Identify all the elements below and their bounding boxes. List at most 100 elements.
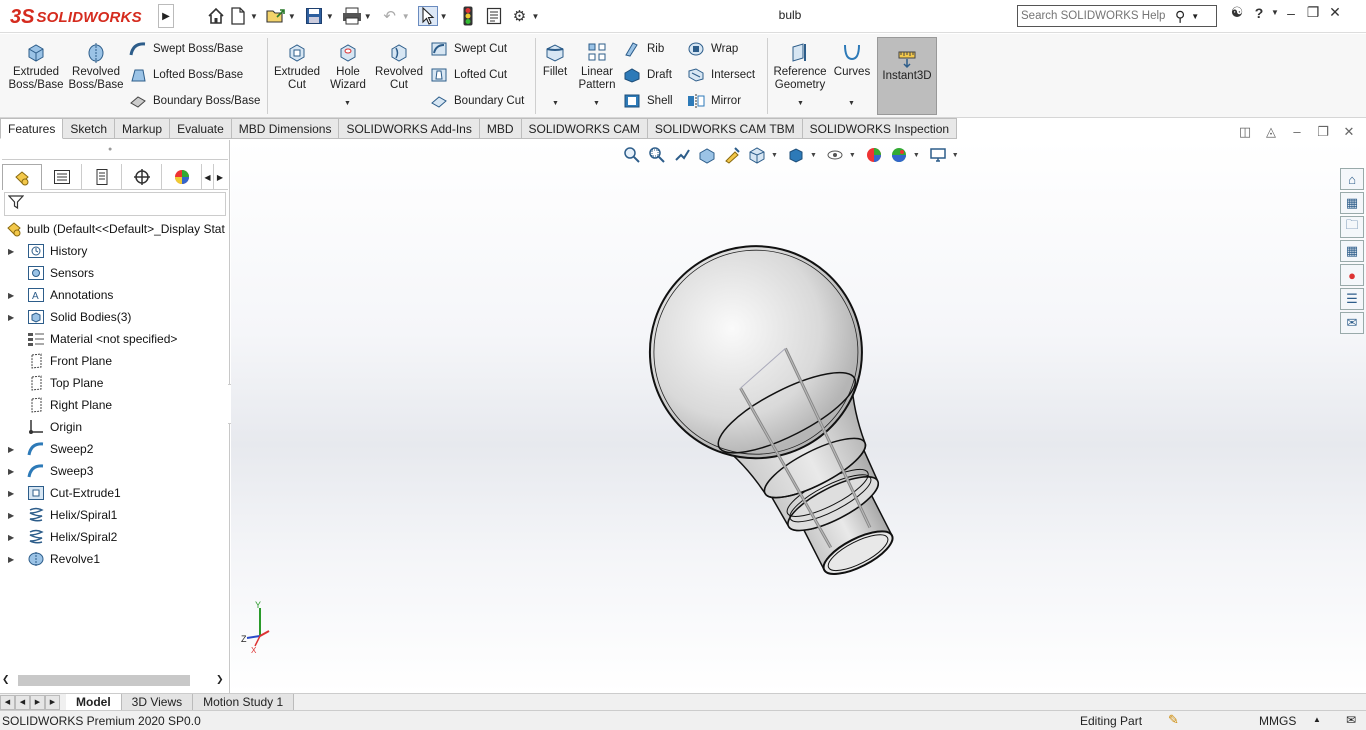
- display-manager-tab-icon[interactable]: [162, 164, 202, 190]
- save-icon[interactable]: [304, 6, 324, 26]
- extruded-boss-button[interactable]: Extruded Boss/Base: [9, 40, 64, 92]
- undo-dropdown[interactable]: ▼: [402, 12, 410, 21]
- tree-item-sweep2[interactable]: ▶ Sweep2: [0, 438, 228, 460]
- tab-solidworks-add-ins[interactable]: SOLIDWORKS Add-Ins: [339, 118, 480, 139]
- solidworks-forum-icon[interactable]: ✉: [1340, 312, 1364, 334]
- status-comment-icon[interactable]: ✉: [1346, 713, 1356, 727]
- user-icon[interactable]: ☯: [1226, 4, 1248, 21]
- new-dropdown[interactable]: ▼: [250, 12, 258, 21]
- file-properties-icon[interactable]: [484, 6, 504, 26]
- expand-arrow-icon[interactable]: ▶: [8, 533, 16, 542]
- property-manager-tab-icon[interactable]: [42, 164, 82, 190]
- help-search-input[interactable]: [1021, 10, 1171, 22]
- expand-arrow-icon[interactable]: ▶: [8, 247, 16, 256]
- scroll-thumb[interactable]: [18, 675, 190, 686]
- design-library-icon[interactable]: ▦: [1340, 192, 1364, 214]
- bottom-tab-motion-study-1[interactable]: Motion Study 1: [193, 694, 295, 710]
- open-dropdown[interactable]: ▼: [288, 12, 296, 21]
- rebuild-icon[interactable]: ✎: [1168, 712, 1179, 728]
- scroll-right-icon[interactable]: ❯: [216, 674, 224, 685]
- expand-arrow-icon[interactable]: ▶: [8, 467, 16, 476]
- tree-item-solid-bodies-3[interactable]: ▶ Solid Bodies(3): [0, 306, 228, 328]
- tree-item-revolve1[interactable]: ▶ Revolve1: [0, 548, 228, 570]
- swept-boss-button[interactable]: Swept Boss/Base: [128, 39, 243, 59]
- revolved-boss-button[interactable]: Revolved Boss/Base: [69, 40, 124, 92]
- hole-wizard-button[interactable]: Hole Wizard: [326, 40, 370, 92]
- bottom-tab-3d-views[interactable]: 3D Views: [121, 694, 194, 710]
- panel-tab-scroll-left[interactable]: ◀: [202, 164, 214, 190]
- revolved-cut-button[interactable]: Revolved Cut: [374, 40, 424, 92]
- first-tab-arrow[interactable]: ◀: [0, 694, 15, 710]
- tree-item-helix-spiral1[interactable]: ▶ Helix/Spiral1: [0, 504, 228, 526]
- viewport-tile-right-icon[interactable]: ◬: [1258, 124, 1284, 140]
- instant3d-button[interactable]: Instant3D: [877, 37, 937, 115]
- menu-expand-arrow[interactable]: ▶: [158, 4, 174, 28]
- panel-grip[interactable]: ●: [108, 146, 112, 153]
- boundary-boss-button[interactable]: Boundary Boss/Base: [128, 91, 260, 111]
- viewport-minimize-icon[interactable]: –: [1284, 124, 1310, 140]
- next-tab-arrow[interactable]: ▶: [30, 694, 45, 710]
- print-icon[interactable]: [342, 6, 362, 26]
- intersect-button[interactable]: Intersect: [686, 65, 755, 85]
- units-dropdown[interactable]: ▲: [1313, 715, 1321, 724]
- viewport-close-icon[interactable]: ✕: [1336, 124, 1362, 140]
- tab-solidworks-inspection[interactable]: SOLIDWORKS Inspection: [802, 118, 958, 139]
- tab-features[interactable]: Features: [0, 118, 64, 139]
- tab-solidworks-cam[interactable]: SOLIDWORKS CAM: [521, 118, 648, 139]
- tree-item-right-plane[interactable]: Right Plane: [0, 394, 228, 416]
- tab-markup[interactable]: Markup: [115, 118, 171, 139]
- tree-item-top-plane[interactable]: Top Plane: [0, 372, 228, 394]
- tab-evaluate[interactable]: Evaluate: [170, 118, 232, 139]
- expand-arrow-icon[interactable]: ▶: [8, 291, 16, 300]
- viewport-restore-icon[interactable]: ❐: [1310, 124, 1336, 140]
- custom-properties-icon[interactable]: ☰: [1340, 288, 1364, 310]
- open-icon[interactable]: [266, 6, 286, 26]
- wrap-button[interactable]: Wrap: [686, 39, 738, 59]
- bulb-model[interactable]: [231, 140, 1366, 693]
- restore-icon[interactable]: ❐: [1302, 4, 1324, 21]
- lofted-boss-button[interactable]: Lofted Boss/Base: [128, 65, 243, 85]
- expand-arrow-icon[interactable]: ▶: [8, 489, 16, 498]
- home-icon[interactable]: [206, 6, 226, 26]
- tree-horizontal-scrollbar[interactable]: ❮ ❯: [2, 672, 228, 688]
- scroll-left-icon[interactable]: ❮: [2, 674, 10, 685]
- tab-mbd[interactable]: MBD: [479, 118, 522, 139]
- shell-button[interactable]: Shell: [622, 91, 673, 111]
- hole-wizard-dropdown[interactable]: ▼: [344, 100, 351, 107]
- tree-item-sensors[interactable]: Sensors: [0, 262, 228, 284]
- last-tab-arrow[interactable]: ▶: [45, 694, 60, 710]
- select-dropdown[interactable]: ▼: [440, 12, 448, 21]
- tree-item-sweep3[interactable]: ▶ Sweep3: [0, 460, 228, 482]
- help-search-box[interactable]: ⚲ ▼: [1017, 5, 1217, 27]
- dimxpert-tab-icon[interactable]: [122, 164, 162, 190]
- reference-geometry-dropdown[interactable]: ▼: [797, 100, 804, 107]
- solidworks-resources-icon[interactable]: ⌂: [1340, 168, 1364, 190]
- linear-pattern-dropdown[interactable]: ▼: [593, 100, 600, 107]
- help-dropdown[interactable]: ▼: [1270, 8, 1280, 17]
- curves-dropdown[interactable]: ▼: [848, 100, 855, 107]
- viewport-tile-left-icon[interactable]: ◫: [1232, 124, 1258, 140]
- tree-item-front-plane[interactable]: Front Plane: [0, 350, 228, 372]
- options-icon[interactable]: ⚙: [510, 6, 530, 26]
- search-dropdown[interactable]: ▼: [1191, 12, 1199, 21]
- bottom-tab-model[interactable]: Model: [66, 694, 122, 710]
- tree-item-origin[interactable]: Origin: [0, 416, 228, 438]
- curves-button[interactable]: Curves: [833, 40, 871, 79]
- tree-item-history[interactable]: ▶ History: [0, 240, 228, 262]
- close-icon[interactable]: ✕: [1324, 4, 1346, 21]
- file-explorer-icon[interactable]: 🗀: [1340, 216, 1364, 238]
- options-dropdown[interactable]: ▼: [532, 12, 540, 21]
- help-icon[interactable]: ?: [1248, 5, 1270, 21]
- new-document-icon[interactable]: [228, 6, 248, 26]
- boundary-cut-button[interactable]: Boundary Cut: [429, 91, 524, 111]
- feature-manager-tab-icon[interactable]: [2, 164, 42, 190]
- draft-button[interactable]: Draft: [622, 65, 672, 85]
- extruded-cut-button[interactable]: Extruded Cut: [272, 40, 322, 92]
- tree-item-helix-spiral2[interactable]: ▶ Helix/Spiral2: [0, 526, 228, 548]
- fillet-dropdown[interactable]: ▼: [552, 100, 559, 107]
- select-icon[interactable]: [417, 6, 438, 26]
- filter-icon[interactable]: [7, 194, 25, 214]
- appearances-icon[interactable]: ●: [1340, 264, 1364, 286]
- tree-root-part[interactable]: bulb (Default<<Default>_Display Stat: [0, 218, 228, 240]
- expand-arrow-icon[interactable]: ▶: [8, 555, 16, 564]
